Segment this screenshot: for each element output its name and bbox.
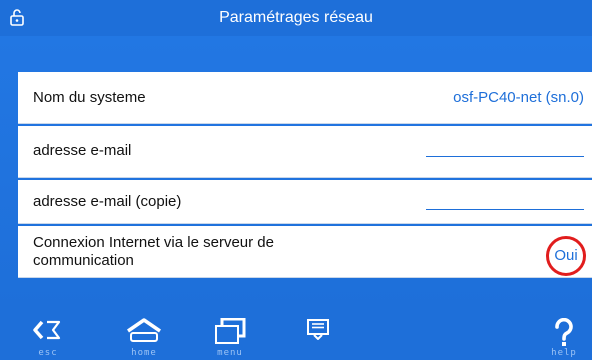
internet-connection-label: Connexion Internet via le serveur de com… [33, 234, 274, 269]
help-button[interactable]: help [536, 308, 592, 360]
system-name-value[interactable]: osf-PC40-net (sn.0) [453, 89, 584, 106]
back-arrow-icon [33, 320, 61, 340]
internet-connection-value[interactable]: Oui [546, 236, 586, 276]
email-copy-row[interactable]: adresse e-mail (copie) [18, 180, 592, 224]
bottom-toolbar: esc home menu help [0, 308, 592, 360]
menu-button[interactable]: menu [204, 308, 256, 360]
help-label: help [551, 348, 577, 358]
keyboard-button[interactable] [296, 308, 340, 360]
esc-button[interactable]: esc [22, 308, 74, 360]
esc-label: esc [38, 348, 58, 358]
menu-label: menu [217, 348, 243, 358]
email-copy-field[interactable] [426, 209, 584, 210]
email-field[interactable] [426, 156, 584, 157]
system-name-row[interactable]: Nom du systeme osf-PC40-net (sn.0) [18, 72, 592, 124]
title-bar: Paramétrages réseau [0, 0, 592, 37]
system-name-label: Nom du systeme [33, 89, 146, 106]
page-title: Paramétrages réseau [219, 9, 373, 26]
email-copy-label: adresse e-mail (copie) [33, 193, 182, 210]
email-row[interactable]: adresse e-mail [18, 126, 592, 178]
home-icon [127, 318, 161, 342]
home-button[interactable]: home [116, 308, 172, 360]
internet-connection-row[interactable]: Connexion Internet via le serveur de com… [18, 226, 592, 278]
email-label: adresse e-mail [33, 142, 132, 159]
keyboard-icon [307, 319, 329, 340]
menu-windows-icon [215, 318, 246, 344]
question-mark-icon [555, 318, 573, 346]
home-label: home [131, 348, 157, 358]
